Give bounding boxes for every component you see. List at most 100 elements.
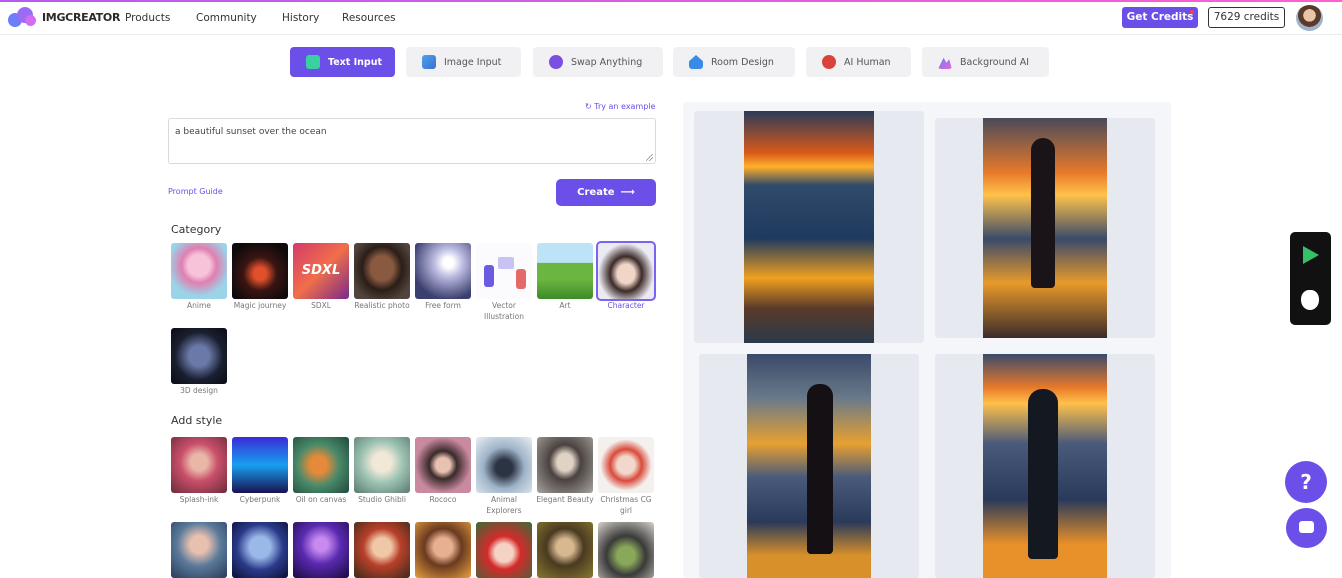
person-icon bbox=[822, 55, 836, 69]
figure-silhouette bbox=[1028, 389, 1058, 559]
style-tile[interactable] bbox=[293, 522, 349, 578]
category-label: Free form bbox=[425, 301, 461, 310]
style-tile[interactable] bbox=[171, 522, 227, 578]
category-label: Magic journey bbox=[233, 301, 287, 310]
credits-balance[interactable]: 7629 credits bbox=[1208, 7, 1285, 28]
tab-label: Swap Anything bbox=[571, 56, 643, 68]
style-tile-oil-on-canvas[interactable] bbox=[293, 437, 349, 493]
style-tile[interactable] bbox=[354, 522, 410, 578]
chat-icon bbox=[1299, 521, 1314, 533]
try-example-link[interactable]: ↻ Try an example bbox=[585, 102, 655, 111]
style-tile[interactable] bbox=[476, 522, 532, 578]
nav-resources[interactable]: Resources bbox=[342, 12, 396, 24]
tab-image-input[interactable]: Image Input bbox=[406, 47, 521, 77]
tab-ai-human[interactable]: AI Human bbox=[806, 47, 911, 77]
avatar[interactable] bbox=[1296, 5, 1323, 31]
category-tile-vector-illustration[interactable] bbox=[476, 243, 532, 299]
result-image[interactable] bbox=[747, 354, 871, 578]
style-tile[interactable] bbox=[415, 522, 471, 578]
category-tile-sdxl[interactable]: SDXL bbox=[293, 243, 349, 299]
help-button[interactable]: ? bbox=[1285, 461, 1327, 503]
category-tile-realistic-photo[interactable] bbox=[354, 243, 410, 299]
result-image[interactable] bbox=[744, 111, 874, 343]
style-tile[interactable] bbox=[537, 522, 593, 578]
result-image[interactable] bbox=[983, 118, 1107, 338]
notification-dot bbox=[1190, 10, 1194, 14]
category-tile-character[interactable] bbox=[596, 241, 656, 301]
top-bar: IMGCREATOR Products Community History Re… bbox=[0, 0, 1342, 35]
category-label: Anime bbox=[187, 301, 211, 310]
google-play-icon[interactable] bbox=[1303, 246, 1319, 264]
tab-swap-anything[interactable]: Swap Anything bbox=[533, 47, 663, 77]
category-label: Realistic photo bbox=[354, 301, 410, 310]
arrow-right-icon: ⟶ bbox=[620, 187, 635, 198]
tab-label: Text Input bbox=[328, 56, 383, 68]
category-tile-anime[interactable] bbox=[171, 243, 227, 299]
chat-button[interactable] bbox=[1286, 508, 1327, 548]
result-card[interactable] bbox=[935, 354, 1155, 578]
result-image[interactable] bbox=[983, 354, 1107, 578]
create-button[interactable]: Create ⟶ bbox=[556, 179, 656, 206]
get-credits-label: Get Credits bbox=[1126, 11, 1194, 23]
result-gallery bbox=[683, 102, 1171, 578]
try-example-label: Try an example bbox=[594, 102, 656, 111]
category-tile-3d-design[interactable] bbox=[171, 328, 227, 384]
style-label: Oil on canvas bbox=[295, 495, 347, 504]
result-card[interactable] bbox=[694, 111, 924, 343]
style-label: Rococo bbox=[429, 495, 457, 504]
refresh-icon: ↻ bbox=[585, 102, 592, 111]
tab-room-design[interactable]: Room Design bbox=[673, 47, 795, 77]
result-card[interactable] bbox=[935, 118, 1155, 338]
category-tile-free-form[interactable] bbox=[415, 243, 471, 299]
category-label: SDXL bbox=[311, 301, 331, 310]
get-credits-button[interactable]: Get Credits bbox=[1122, 7, 1198, 28]
prompt-input[interactable]: a beautiful sunset over the ocean bbox=[168, 118, 656, 164]
style-label: Elegant Beauty bbox=[536, 495, 594, 504]
style-tile-animal-explorers[interactable] bbox=[476, 437, 532, 493]
style-label: Splash-ink bbox=[179, 495, 219, 504]
style-tile-elegant-beauty[interactable] bbox=[537, 437, 593, 493]
category-title: Category bbox=[171, 223, 222, 236]
tab-background-ai[interactable]: Background AI bbox=[922, 47, 1049, 77]
illustration-figure bbox=[484, 265, 494, 287]
add-style-title: Add style bbox=[171, 414, 223, 427]
style-tile-cyberpunk[interactable] bbox=[232, 437, 288, 493]
figure-silhouette bbox=[1031, 138, 1055, 288]
style-tile-christmas-cg-girl[interactable] bbox=[598, 437, 654, 493]
house-icon bbox=[689, 55, 703, 69]
tab-label: Room Design bbox=[711, 56, 774, 68]
style-tile-rococo[interactable] bbox=[415, 437, 471, 493]
nav-products[interactable]: Products bbox=[125, 12, 196, 24]
text-input-icon bbox=[306, 55, 320, 69]
tab-label: AI Human bbox=[844, 56, 891, 68]
category-label-selected: Character bbox=[607, 301, 645, 310]
illustration-screen bbox=[498, 257, 514, 269]
style-tile[interactable] bbox=[598, 522, 654, 578]
prompt-guide-link[interactable]: Prompt Guide bbox=[168, 187, 223, 196]
category-tile-art[interactable] bbox=[537, 243, 593, 299]
resize-handle-icon[interactable] bbox=[646, 154, 653, 161]
tab-text-input[interactable]: Text Input bbox=[290, 47, 395, 77]
app-store-links bbox=[1290, 232, 1331, 325]
style-tile-splash-ink[interactable] bbox=[171, 437, 227, 493]
figure-silhouette bbox=[807, 384, 833, 554]
mountain-icon bbox=[938, 57, 952, 69]
style-label: Christmas CG girl bbox=[600, 495, 652, 515]
apple-icon[interactable] bbox=[1301, 290, 1319, 310]
main-nav: Products Community History Resources bbox=[125, 12, 396, 24]
nav-history[interactable]: History bbox=[282, 12, 342, 24]
result-card[interactable] bbox=[699, 354, 919, 578]
style-label: Animal Explorers bbox=[486, 495, 522, 515]
style-tile[interactable] bbox=[232, 522, 288, 578]
illustration-figure bbox=[516, 269, 526, 289]
category-label: Art bbox=[559, 301, 571, 310]
prompt-text: a beautiful sunset over the ocean bbox=[175, 127, 327, 137]
top-accent-line bbox=[0, 0, 1342, 2]
swap-icon bbox=[549, 55, 563, 69]
style-label: Studio Ghibli bbox=[358, 495, 406, 504]
nav-community[interactable]: Community bbox=[196, 12, 282, 24]
image-icon bbox=[422, 55, 436, 69]
category-tile-magic-journey[interactable] bbox=[232, 243, 288, 299]
logo[interactable]: IMGCREATOR bbox=[8, 7, 120, 27]
style-tile-studio-ghibli[interactable] bbox=[354, 437, 410, 493]
